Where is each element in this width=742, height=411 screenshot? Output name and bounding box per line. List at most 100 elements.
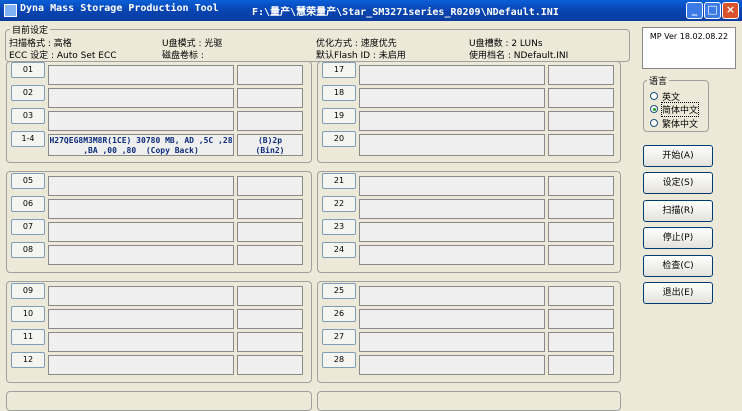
language-legend: 语言 bbox=[647, 74, 670, 87]
port-capacity-03 bbox=[237, 111, 303, 131]
port-status-1-4: H27QEG8M3M8R(1CE) 30780 MB, AD ,5C ,28 ,B… bbox=[48, 134, 234, 156]
port-button-06[interactable]: 06 bbox=[11, 196, 45, 212]
port-status-01 bbox=[48, 65, 234, 85]
port-capacity-23 bbox=[548, 222, 614, 242]
port-capacity-1-4: (B)2p (Bin2) bbox=[237, 134, 303, 156]
port-capacity-24 bbox=[548, 245, 614, 265]
minimize-icon[interactable]: _ bbox=[686, 2, 703, 19]
port-button-25[interactable]: 25 bbox=[322, 283, 356, 299]
port-capacity-21 bbox=[548, 176, 614, 196]
port-capacity-08 bbox=[237, 245, 303, 265]
port-button-17[interactable]: 17 bbox=[322, 62, 356, 78]
settings-legend: 目前设定 bbox=[10, 23, 51, 36]
port-capacity-19 bbox=[548, 111, 614, 131]
port-button-11[interactable]: 11 bbox=[11, 329, 45, 345]
exit-button[interactable]: 退出(E) bbox=[643, 282, 713, 304]
file-name: 使用档名 : NDefault.INI bbox=[469, 51, 569, 61]
radio-english[interactable] bbox=[650, 92, 658, 100]
port-button-03[interactable]: 03 bbox=[11, 108, 45, 124]
maximize-icon[interactable]: □ bbox=[704, 2, 721, 19]
port-button-01[interactable]: 01 bbox=[11, 62, 45, 78]
port-button-26[interactable]: 26 bbox=[322, 306, 356, 322]
port-capacity-11 bbox=[237, 332, 303, 352]
capacity-line2: (Bin2) bbox=[255, 146, 285, 155]
port-status-17 bbox=[359, 65, 545, 85]
port-status-28 bbox=[359, 355, 545, 375]
port-capacity-12 bbox=[237, 355, 303, 375]
port-status-22 bbox=[359, 199, 545, 219]
port-capacity-17 bbox=[548, 65, 614, 85]
port-status-02 bbox=[48, 88, 234, 108]
port-button-05[interactable]: 05 bbox=[11, 173, 45, 189]
port-button-1-4[interactable]: 1-4 bbox=[11, 131, 45, 147]
port-status-19 bbox=[359, 111, 545, 131]
port-status-11 bbox=[48, 332, 234, 352]
capacity-line1: (B)2p bbox=[257, 136, 283, 145]
port-button-23[interactable]: 23 bbox=[322, 219, 356, 235]
port-status-05 bbox=[48, 176, 234, 196]
close-icon[interactable]: × bbox=[722, 2, 739, 19]
port-button-18[interactable]: 18 bbox=[322, 85, 356, 101]
port-status-06 bbox=[48, 199, 234, 219]
device-status-line2: ,BA ,00 ,80 (Copy Back) bbox=[83, 146, 199, 155]
port-capacity-02 bbox=[237, 88, 303, 108]
label-english: 英文 bbox=[662, 93, 681, 103]
window-title: Dyna Mass Storage Production Tool bbox=[20, 3, 219, 14]
version-box: MP Ver 18.02.08.22 bbox=[642, 27, 736, 69]
check-button[interactable]: 检查(C) bbox=[643, 255, 713, 277]
config-path: F:\量产\慧荣量产\Star_SM3271series_R0209\NDefa… bbox=[252, 7, 559, 18]
port-button-07[interactable]: 07 bbox=[11, 219, 45, 235]
port-status-26 bbox=[359, 309, 545, 329]
port-status-18 bbox=[359, 88, 545, 108]
port-status-23 bbox=[359, 222, 545, 242]
port-button-02[interactable]: 02 bbox=[11, 85, 45, 101]
port-button-20[interactable]: 20 bbox=[322, 131, 356, 147]
port-button-22[interactable]: 22 bbox=[322, 196, 356, 212]
scan-button[interactable]: 扫描(R) bbox=[643, 200, 713, 222]
flash-id: 默认Flash ID : 未启用 bbox=[316, 51, 406, 61]
stop-button[interactable]: 停止(P) bbox=[643, 227, 713, 249]
port-status-24 bbox=[359, 245, 545, 265]
setup-button[interactable]: 设定(S) bbox=[643, 172, 713, 194]
port-capacity-22 bbox=[548, 199, 614, 219]
port-button-19[interactable]: 19 bbox=[322, 108, 356, 124]
radio-simplified-chinese[interactable] bbox=[650, 105, 658, 113]
device-status-line1: H27QEG8M3M8R(1CE) 30780 MB, AD ,5C ,28 bbox=[49, 136, 233, 145]
port-status-27 bbox=[359, 332, 545, 352]
port-button-21[interactable]: 21 bbox=[322, 173, 356, 189]
port-capacity-01 bbox=[237, 65, 303, 85]
label-simplified-chinese: 简体中文 bbox=[660, 102, 700, 117]
port-capacity-06 bbox=[237, 199, 303, 219]
disk-label: 磁盘卷标 : bbox=[162, 51, 204, 61]
port-status-25 bbox=[359, 286, 545, 306]
port-button-24[interactable]: 24 bbox=[322, 242, 356, 258]
ecc-setting: ECC 设定 : Auto Set ECC bbox=[9, 51, 117, 61]
port-status-12 bbox=[48, 355, 234, 375]
port-capacity-20 bbox=[548, 134, 614, 156]
port-status-03 bbox=[48, 111, 234, 131]
port-status-08 bbox=[48, 245, 234, 265]
port-status-10 bbox=[48, 309, 234, 329]
port-capacity-18 bbox=[548, 88, 614, 108]
port-group-4 bbox=[6, 391, 312, 411]
port-button-27[interactable]: 27 bbox=[322, 329, 356, 345]
port-capacity-25 bbox=[548, 286, 614, 306]
port-capacity-26 bbox=[548, 309, 614, 329]
port-group-8 bbox=[317, 391, 621, 411]
port-capacity-10 bbox=[237, 309, 303, 329]
app-icon[interactable] bbox=[4, 4, 17, 17]
label-traditional-chinese: 繁体中文 bbox=[662, 120, 699, 130]
start-button[interactable]: 开始(A) bbox=[643, 145, 713, 167]
port-status-07 bbox=[48, 222, 234, 242]
port-button-10[interactable]: 10 bbox=[11, 306, 45, 322]
radio-traditional-chinese[interactable] bbox=[650, 119, 658, 127]
port-status-09 bbox=[48, 286, 234, 306]
port-button-09[interactable]: 09 bbox=[11, 283, 45, 299]
port-capacity-09 bbox=[237, 286, 303, 306]
port-capacity-28 bbox=[548, 355, 614, 375]
port-button-08[interactable]: 08 bbox=[11, 242, 45, 258]
port-status-21 bbox=[359, 176, 545, 196]
port-capacity-27 bbox=[548, 332, 614, 352]
port-button-12[interactable]: 12 bbox=[11, 352, 45, 368]
port-button-28[interactable]: 28 bbox=[322, 352, 356, 368]
